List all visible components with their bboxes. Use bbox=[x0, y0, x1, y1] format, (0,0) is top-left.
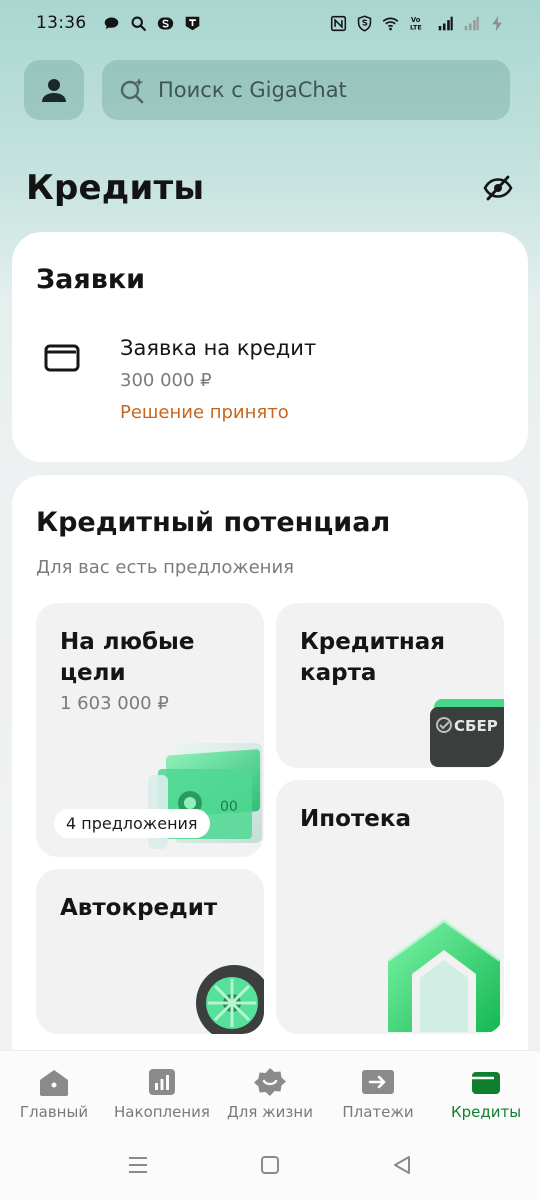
t-app-icon bbox=[184, 15, 201, 32]
credit-card-title: Кредитная карта bbox=[300, 627, 445, 689]
nav-label-home: Главный bbox=[19, 1103, 89, 1121]
potential-title: Кредитный потенциал bbox=[36, 507, 391, 538]
user-icon bbox=[42, 79, 66, 102]
car-wheel-illustration bbox=[196, 965, 264, 1034]
page-title: Кредиты bbox=[26, 168, 205, 208]
offers-count-badge: 4 предложения bbox=[54, 809, 210, 838]
credit-card-tile[interactable]: Кредитная карта СБЕР bbox=[276, 603, 504, 768]
applications-title: Заявки bbox=[36, 264, 146, 295]
credit-card-title-line1: Кредитная bbox=[300, 629, 446, 655]
savings-chart-icon bbox=[145, 1067, 179, 1097]
home-square-icon[interactable] bbox=[258, 1153, 282, 1177]
mortgage-title: Ипотека bbox=[300, 806, 412, 832]
status-time: 13:36 bbox=[36, 13, 87, 33]
credit-potential-card: Кредитный потенциал Для вас есть предлож… bbox=[12, 475, 528, 1115]
hide-balance-eye-icon[interactable] bbox=[482, 172, 514, 204]
car-loan-title: Автокредит bbox=[60, 895, 218, 921]
any-goals-title-line1: На любые bbox=[60, 629, 195, 655]
system-navigation-bar bbox=[0, 1130, 540, 1200]
nav-item-payments[interactable]: Платежи bbox=[324, 1051, 432, 1130]
nav-label-credits: Кредиты bbox=[450, 1103, 522, 1121]
any-goals-title-line2: цели bbox=[60, 660, 126, 686]
signal-icon bbox=[437, 15, 454, 32]
page-header: Кредиты bbox=[26, 168, 514, 208]
gigachat-search-icon bbox=[120, 78, 144, 104]
bottom-navigation: Главный Накопления Для жизни Платежи Кре… bbox=[0, 1050, 540, 1130]
applications-card: Заявки Заявка на кредит 300 000 ₽ Решени… bbox=[12, 232, 528, 462]
any-goals-amount: 1 603 000 ₽ bbox=[60, 693, 169, 714]
chat-bubble-icon bbox=[103, 15, 120, 32]
nav-item-credits[interactable]: Кредиты bbox=[432, 1051, 540, 1130]
shield-s-icon bbox=[356, 14, 373, 32]
wallet-outline-icon bbox=[44, 344, 80, 372]
menu-lines-icon[interactable] bbox=[126, 1153, 150, 1177]
loan-application-item[interactable]: Заявка на кредит 300 000 ₽ Решение приня… bbox=[12, 322, 528, 432]
status-bar: 13:36 Vo LTE bbox=[0, 0, 540, 46]
back-triangle-icon[interactable] bbox=[390, 1153, 414, 1177]
nav-item-savings[interactable]: Накопления bbox=[108, 1051, 216, 1130]
signal-empty-icon bbox=[463, 15, 480, 32]
potential-subtitle: Для вас есть предложения bbox=[36, 557, 294, 578]
application-status: Решение принято bbox=[120, 402, 289, 423]
search-icon bbox=[130, 15, 147, 32]
volte-icon: Vo LTE bbox=[408, 15, 428, 32]
nav-label-lifestyle: Для жизни bbox=[227, 1103, 313, 1121]
lifestyle-smile-icon bbox=[253, 1067, 287, 1097]
nfc-icon bbox=[330, 15, 347, 32]
s-app-icon bbox=[157, 15, 174, 32]
system-status-icons: Vo LTE bbox=[330, 14, 506, 32]
nav-item-lifestyle[interactable]: Для жизни bbox=[216, 1051, 324, 1130]
svg-text:00: 00 bbox=[220, 799, 238, 815]
application-amount: 300 000 ₽ bbox=[120, 370, 212, 391]
profile-button[interactable] bbox=[24, 60, 84, 120]
any-goals-loan-tile[interactable]: На любые цели 1 603 000 ₽ 00 4 предложен… bbox=[36, 603, 264, 857]
notification-icons bbox=[103, 15, 201, 32]
mortgage-tile[interactable]: Ипотека bbox=[276, 780, 504, 1034]
nav-label-savings: Накопления bbox=[114, 1103, 210, 1121]
any-goals-title: На любые цели bbox=[60, 627, 194, 689]
home-icon bbox=[37, 1067, 71, 1097]
search-placeholder: Поиск с GigaChat bbox=[158, 78, 347, 102]
wifi-icon bbox=[382, 15, 399, 32]
sber-card-brand: СБЕР bbox=[454, 717, 498, 735]
svg-text:Vo: Vo bbox=[410, 15, 420, 23]
house-illustration bbox=[386, 917, 502, 1032]
charging-icon bbox=[489, 15, 506, 32]
money-wallet-illustration: 00 bbox=[148, 743, 262, 849]
application-name: Заявка на кредит bbox=[120, 336, 317, 360]
payments-arrow-icon bbox=[361, 1067, 395, 1097]
wallet-icon bbox=[469, 1067, 503, 1097]
nav-label-payments: Платежи bbox=[342, 1103, 414, 1121]
svg-text:LTE: LTE bbox=[410, 23, 422, 31]
credit-card-title-line2: карта bbox=[300, 660, 377, 686]
top-bar: Поиск с GigaChat bbox=[24, 60, 510, 120]
sber-card-illustration: СБЕР bbox=[430, 699, 504, 767]
search-input[interactable]: Поиск с GigaChat bbox=[102, 60, 510, 120]
car-loan-tile[interactable]: Автокредит bbox=[36, 869, 264, 1034]
nav-item-home[interactable]: Главный bbox=[0, 1051, 108, 1130]
